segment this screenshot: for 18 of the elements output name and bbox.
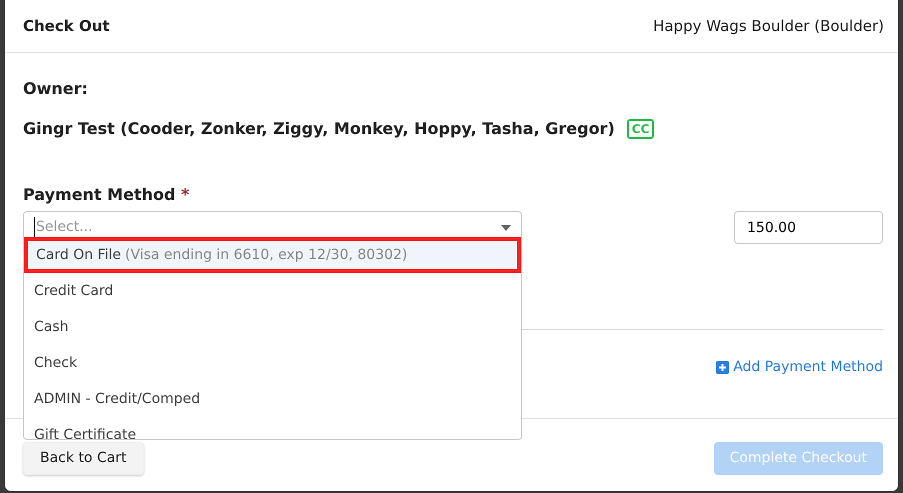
- back-button[interactable]: Back to Cart: [23, 442, 144, 475]
- payment-option[interactable]: Card On File (Visa ending in 6610, exp 12/30, 80302): [24, 237, 521, 273]
- amount-field[interactable]: 150.00: [734, 211, 883, 244]
- required-mark: *: [181, 185, 190, 204]
- location-name: Happy Wags Boulder (Boulder): [653, 16, 884, 37]
- payment-option[interactable]: Cash: [24, 309, 521, 345]
- credit-card-badge: CC: [626, 119, 654, 139]
- payment-option[interactable]: Credit Card: [24, 273, 521, 309]
- plus-icon: [716, 361, 730, 374]
- payment-option[interactable]: ADMIN - Credit/Comped: [24, 381, 521, 417]
- caret-icon: [501, 224, 511, 230]
- payment-method-label: Payment Method: [23, 185, 176, 204]
- owner-name: Gingr Test (Cooder, Zonker, Ziggy, Monkey, Hoppy, Tasha, Gregor): [23, 118, 615, 140]
- add-payment-method-link[interactable]: Add Payment Method: [716, 357, 883, 378]
- owner-label: Owner:: [23, 78, 89, 100]
- modal-title: Check Out: [23, 16, 110, 37]
- payment-option[interactable]: Check: [24, 345, 521, 381]
- payment-option[interactable]: Gift Certificate: [24, 417, 521, 439]
